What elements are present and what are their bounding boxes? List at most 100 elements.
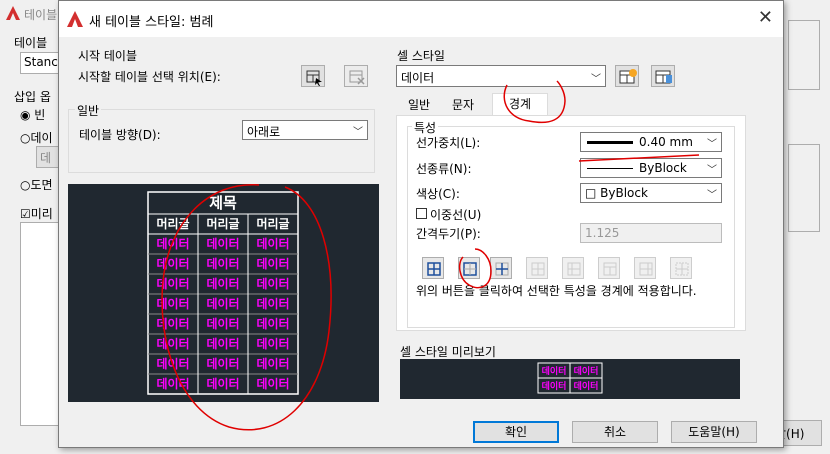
border-instruction-text: 위의 버튼을 클릭하여 선택한 특성을 경계에 적용합니다. (416, 284, 697, 298)
parent-style-label: 테이블 (14, 36, 48, 50)
ok-button[interactable]: 확인 (473, 421, 559, 443)
all-borders-icon (427, 262, 441, 276)
table-preview-canvas: 제목머리글 머리글 머리글데이터 데이터 데이터데이터 데이터 데이터데이터 데이터 데이터데이… (147, 191, 299, 395)
left-border-button[interactable] (562, 257, 584, 279)
preview-data-cell: 데이터 (256, 256, 289, 271)
preview-header-cell: 머리글 (156, 216, 189, 231)
dialog-title: 새 테이블 스타일: 범례 (89, 15, 214, 30)
help-button[interactable]: 도움말(H) (671, 421, 757, 443)
general-group: 일반 테이블 방향(D): 아래로 ﹀ (68, 102, 375, 173)
preview-data-cell: 데이터 (256, 236, 289, 251)
create-cell-style-button[interactable] (615, 65, 639, 87)
chevron-down-icon: ﹀ (591, 74, 601, 85)
create-cell-style-icon (619, 69, 637, 84)
color-label: 색상(C): (416, 187, 460, 201)
no-border-icon (675, 262, 689, 276)
tab-borders[interactable]: 경계 (492, 93, 548, 115)
bottom-border-button[interactable] (598, 257, 620, 279)
borders-tab-panel: 특성 선가중치(L): 0.40 mm ﹀ 선종류(N): ByBlock ﹀ … (396, 115, 746, 331)
select-table-icon (306, 70, 322, 86)
preview-data-cell: 데이터 (156, 276, 189, 291)
cell-style-tabs: 일반 문자 경계 (396, 93, 746, 117)
close-icon[interactable]: ✕ (758, 7, 773, 28)
cell-style-select[interactable]: 데이터 ﹀ (396, 65, 606, 87)
double-line-label: 이중선(U) (430, 208, 482, 222)
autocad-logo-icon (6, 6, 20, 20)
manage-cell-styles-icon (655, 70, 672, 84)
autocad-logo-icon (67, 11, 83, 27)
parent-right-panel-top (788, 20, 820, 90)
title-bar: 새 테이블 스타일: 범례 ✕ (59, 1, 783, 37)
spacing-input[interactable]: 1.125 (580, 223, 722, 243)
preview-data-cell: 데이터 (156, 376, 189, 391)
cell-preview-cell: 데이터 (542, 365, 567, 377)
tab-text[interactable]: 문자 (444, 95, 482, 115)
spacing-label: 간격두기(P): (416, 227, 481, 241)
chevron-down-icon: ﹀ (353, 127, 363, 138)
direction-select[interactable]: 아래로 ﹀ (242, 120, 368, 140)
no-border-button[interactable] (670, 257, 692, 279)
start-table-label: 시작할 테이블 선택 위치(E): (78, 70, 221, 84)
table-style-dialog: 새 테이블 스타일: 범례 ✕ 시작 테이블 시작할 테이블 선택 위치(E):… (58, 0, 784, 448)
cell-preview-canvas: 데이터 데이터데이터 데이터 (537, 362, 603, 394)
preview-data-cell: 데이터 (256, 356, 289, 371)
preview-data-cell: 데이터 (206, 296, 239, 311)
cell-preview-cell: 데이터 (542, 380, 567, 392)
parent-insert-label: 삽입 옵 (14, 90, 51, 104)
preview-data-cell: 데이터 (256, 316, 289, 331)
preview-data-cell: 데이터 (156, 256, 189, 271)
linetype-sample (587, 168, 633, 169)
parent-radio-data[interactable]: ○데이 (20, 129, 53, 146)
linetype-select[interactable]: ByBlock ﹀ (580, 158, 722, 178)
chevron-down-icon: ﹀ (707, 190, 717, 201)
parent-preview-checkbox[interactable]: ☑미리 (20, 205, 53, 222)
general-group-label: 일반 (75, 102, 102, 119)
preview-header-cell: 머리글 (206, 216, 239, 231)
tab-general[interactable]: 일반 (400, 95, 438, 115)
preview-data-cell: 데이터 (206, 316, 239, 331)
table-preview: 제목 머리글 머리글 머리글 데이터 데이터 데이터 데이터 데이터 데이터 데이터 데이터 데이터 데이… (68, 184, 379, 402)
start-table-group: 시작 테이블 시작할 테이블 선택 위치(E): (68, 47, 373, 97)
preview-data-cell: 데이터 (156, 296, 189, 311)
color-select[interactable]: □ ByBlock ﹀ (580, 183, 722, 203)
lineweight-label: 선가중치(L): (416, 136, 481, 150)
parent-preview-box (20, 222, 62, 426)
right-border-button[interactable] (634, 257, 656, 279)
preview-data-cell: 데이터 (156, 236, 189, 251)
parent-radio-empty[interactable]: ◉ 빈 (20, 106, 45, 123)
manage-cell-styles-button[interactable] (651, 65, 675, 87)
remove-table-button[interactable] (344, 65, 368, 87)
direction-label: 테이블 방향(D): (79, 128, 161, 142)
preview-data-cell: 데이터 (256, 276, 289, 291)
cell-style-preview-group: 셀 스타일 미리보기 데이터 데이터 데이터 데이터 (396, 345, 746, 403)
double-line-checkbox[interactable] (416, 208, 427, 219)
preview-data-cell: 데이터 (156, 356, 189, 371)
cancel-button[interactable]: 취소 (572, 421, 658, 443)
chevron-down-icon: ﹀ (707, 139, 717, 150)
parent-data-button[interactable]: 데 (36, 146, 60, 168)
cell-style-label: 셀 스타일 (397, 49, 445, 63)
preview-data-cell: 데이터 (206, 376, 239, 391)
all-borders-button[interactable] (422, 257, 444, 279)
parent-style-select[interactable]: Stanc (20, 52, 62, 74)
preview-data-cell: 데이터 (206, 236, 239, 251)
preview-header-cell: 머리글 (256, 216, 289, 231)
properties-group: 특성 선가중치(L): 0.40 mm ﹀ 선종류(N): ByBlock ﹀ … (407, 119, 735, 328)
parent-right-panel (788, 144, 820, 232)
cell-preview-cell: 데이터 (574, 380, 599, 392)
preview-data-cell: 데이터 (156, 316, 189, 331)
top-border-button[interactable] (526, 257, 548, 279)
preview-data-cell: 데이터 (206, 336, 239, 351)
preview-data-cell: 데이터 (156, 336, 189, 351)
top-border-icon (531, 262, 545, 276)
right-border-icon (639, 262, 653, 276)
select-table-button[interactable] (301, 65, 325, 87)
lineweight-select[interactable]: 0.40 mm ﹀ (580, 132, 722, 152)
lineweight-sample (587, 141, 633, 144)
inside-borders-button[interactable] (490, 257, 512, 279)
inside-borders-icon (495, 262, 509, 276)
parent-radio-drawing[interactable]: ○도면 (20, 176, 53, 193)
start-table-group-label: 시작 테이블 (76, 47, 140, 64)
preview-table-title: 제목 (209, 194, 237, 212)
outside-borders-button[interactable] (458, 257, 480, 279)
